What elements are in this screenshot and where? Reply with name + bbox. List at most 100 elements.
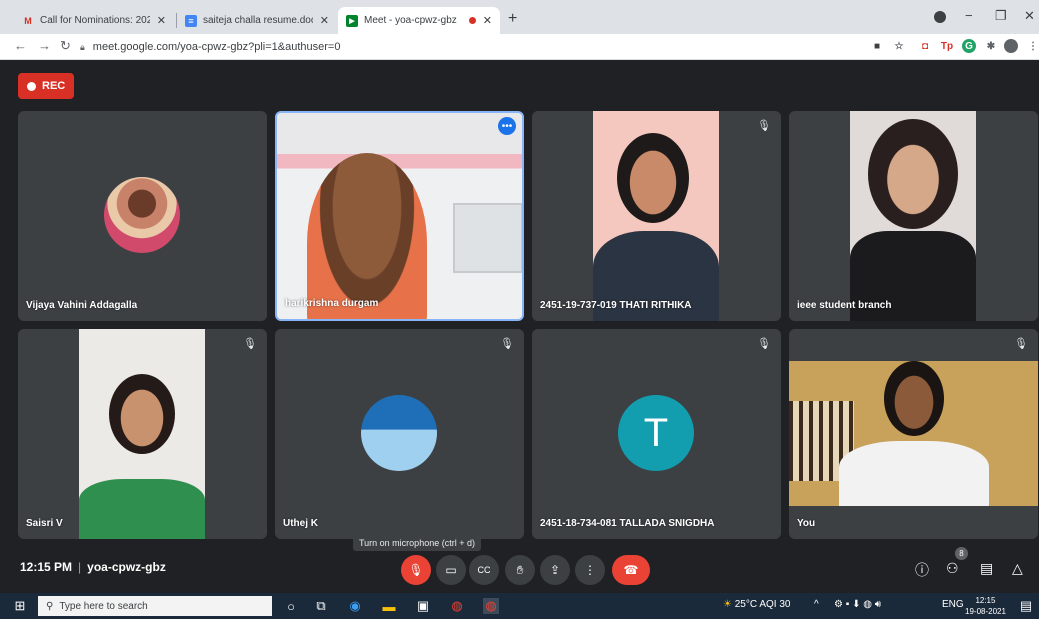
puzzle-icon[interactable]: ✱ — [984, 39, 998, 53]
file-explorer-icon[interactable]: ▬ — [381, 598, 397, 614]
participant-tile[interactable]: 🎙︎ 2451-19-737-019 THATI RITHIKA — [532, 111, 781, 321]
clock-time: 12:15 — [975, 596, 996, 605]
avatar — [104, 177, 180, 253]
more-options-button[interactable]: ⋮ — [575, 555, 605, 585]
tray-chevron-icon[interactable]: ^ — [814, 599, 819, 610]
docs-icon: ≡ — [185, 14, 197, 27]
url-text: meet.google.com/yoa-cpwz-gbz?pli=1&authu… — [92, 41, 341, 53]
participant-tile[interactable]: 🎙︎ You — [789, 329, 1038, 539]
mic-off-icon: 🎙︎ — [757, 120, 771, 132]
chrome-icon[interactable]: ◍ — [449, 598, 465, 614]
language-indicator[interactable]: ENG — [942, 599, 964, 610]
meeting-time: 12:15 PM — [20, 560, 73, 574]
close-icon[interactable]: ✕ — [157, 14, 166, 27]
system-clock[interactable]: 12:15 19-08-2021 — [965, 595, 1006, 617]
separator: | — [78, 560, 82, 574]
participant-name: ieee student branch — [797, 300, 892, 311]
chrome-active-icon[interactable]: ◍ — [483, 598, 499, 614]
tab-gmail[interactable]: M Call for Nominations: 2021 MGA ✕ — [14, 7, 174, 34]
microphone-button[interactable]: 🎙︎ — [401, 555, 431, 585]
weather-icon: ☀ — [723, 599, 732, 610]
mic-off-icon: 🎙︎ — [243, 338, 257, 350]
record-dot-icon — [27, 81, 36, 91]
reload-button[interactable]: ↻ — [60, 38, 71, 54]
rec-label: REC — [42, 80, 66, 92]
mic-off-icon: 🎙︎ — [500, 338, 514, 350]
pocket-icon[interactable]: ◘ — [918, 39, 932, 53]
tab-title: saiteja challa resume.docx - Goo — [203, 15, 313, 26]
avatar[interactable] — [1004, 39, 1018, 53]
video-feed — [850, 111, 976, 321]
tooltip: Turn on microphone (ctrl + d) — [353, 535, 481, 551]
camera-button[interactable]: ▭ — [436, 555, 466, 585]
present-button[interactable]: ⇪ — [540, 555, 570, 585]
edge-icon[interactable]: ◉ — [347, 598, 363, 614]
more-options-icon[interactable]: ••• — [498, 117, 516, 135]
maximize-button[interactable]: ❐ — [995, 8, 1007, 24]
participant-tile[interactable]: ieee student branch — [789, 111, 1038, 321]
forward-button[interactable]: → — [38, 38, 51, 53]
leave-call-button[interactable]: ☎︎ — [612, 555, 650, 585]
browser-toolbar: ← → ↻ 🔒︎ meet.google.com/yoa-cpwz-gbz?pl… — [0, 34, 1039, 60]
gmail-icon: M — [24, 15, 32, 26]
tab-title: Meet - yoa-cpwz-gbz — [364, 15, 457, 26]
participant-name: You — [797, 518, 816, 529]
chat-icon[interactable]: ▤ — [980, 560, 993, 577]
participant-name: Vijaya Vahini Addagalla — [26, 300, 138, 311]
participant-name: harikrishna durgam — [285, 298, 379, 309]
participant-name: Saisri V — [26, 518, 63, 529]
weather-widget[interactable]: ☀ 25°C AQI 30 — [723, 599, 790, 610]
participant-tile[interactable]: ••• harikrishna durgam — [275, 111, 524, 321]
video-feed — [79, 329, 205, 539]
back-button[interactable]: ← — [14, 38, 27, 53]
avatar — [361, 395, 437, 471]
minimize-button[interactable]: − — [965, 8, 973, 23]
close-icon[interactable]: ✕ — [483, 14, 492, 27]
browser-tab-strip: M Call for Nominations: 2021 MGA ✕ ≡ sai… — [0, 0, 1039, 34]
menu-icon[interactable]: ⋮ — [1026, 39, 1039, 53]
clock-date: 19-08-2021 — [965, 607, 1006, 616]
tab-docs[interactable]: ≡ saiteja challa resume.docx - Goo ✕ — [177, 7, 337, 34]
profile-icon[interactable] — [934, 11, 946, 23]
people-icon[interactable]: ⚇ — [946, 560, 959, 577]
captions-button[interactable]: CC — [469, 555, 499, 585]
taskbar-search[interactable]: ⚲ Type here to search — [38, 596, 272, 616]
windows-taskbar: ⊞ ⚲ Type here to search ○ ⧉ ◉ ▬ ▣ ◍ ◍ ☀ … — [0, 593, 1039, 619]
search-placeholder: Type here to search — [59, 600, 148, 612]
star-icon[interactable]: ☆ — [892, 39, 906, 53]
lock-icon: 🔒︎ — [80, 41, 85, 52]
participant-name: Uthej K — [283, 518, 318, 529]
windows-start-icon[interactable]: ⊞ — [12, 598, 28, 614]
new-tab-button[interactable]: + — [508, 10, 517, 28]
mic-off-icon: 🎙︎ — [757, 338, 771, 350]
info-icon[interactable]: ⓘ — [915, 560, 929, 580]
participant-name: 2451-19-737-019 THATI RITHIKA — [540, 300, 692, 311]
participant-tile[interactable]: Vijaya Vahini Addagalla — [18, 111, 267, 321]
avatar: T — [618, 395, 694, 471]
participant-tile[interactable]: T 🎙︎ 2451-18-734-081 TALLADA SNIGDHA — [532, 329, 781, 539]
participant-name: 2451-18-734-081 TALLADA SNIGDHA — [540, 518, 715, 529]
activities-icon[interactable]: △ — [1012, 560, 1023, 577]
task-view-icon[interactable]: ⧉ — [313, 598, 329, 614]
meet-stage: REC Vijaya Vahini Addagalla ••• harikris… — [0, 60, 1039, 593]
camera-icon[interactable]: ■ — [870, 39, 884, 53]
search-icon: ⚲ — [46, 600, 54, 612]
raise-hand-button[interactable]: ✋︎ — [505, 555, 535, 585]
rec-badge: REC — [18, 73, 75, 99]
address-bar[interactable]: 🔒︎ meet.google.com/yoa-cpwz-gbz?pli=1&au… — [80, 37, 860, 57]
participants-count-badge: 8 — [955, 547, 968, 560]
close-window-button[interactable]: ✕ — [1024, 8, 1035, 24]
participant-tile[interactable]: 🎙︎ Saisri V — [18, 329, 267, 539]
tray-icons: ⚙ ▪ ⬇ ◍ 🔊︎ — [834, 599, 882, 610]
shelf — [453, 203, 522, 273]
recording-indicator-icon — [469, 17, 476, 24]
close-icon[interactable]: ✕ — [320, 14, 329, 27]
cortana-icon[interactable]: ○ — [283, 598, 299, 614]
notifications-icon[interactable]: ▤ — [1018, 598, 1034, 614]
tab-meet[interactable]: ▶ Meet - yoa-cpwz-gbz ✕ — [338, 7, 500, 34]
extension-tp-icon[interactable]: Tp — [940, 39, 954, 53]
mic-off-icon: 🎙︎ — [1014, 338, 1028, 350]
store-icon[interactable]: ▣ — [415, 598, 431, 614]
participant-tile[interactable]: 🎙︎ Uthej K — [275, 329, 524, 539]
grammarly-icon[interactable]: G — [962, 39, 976, 53]
